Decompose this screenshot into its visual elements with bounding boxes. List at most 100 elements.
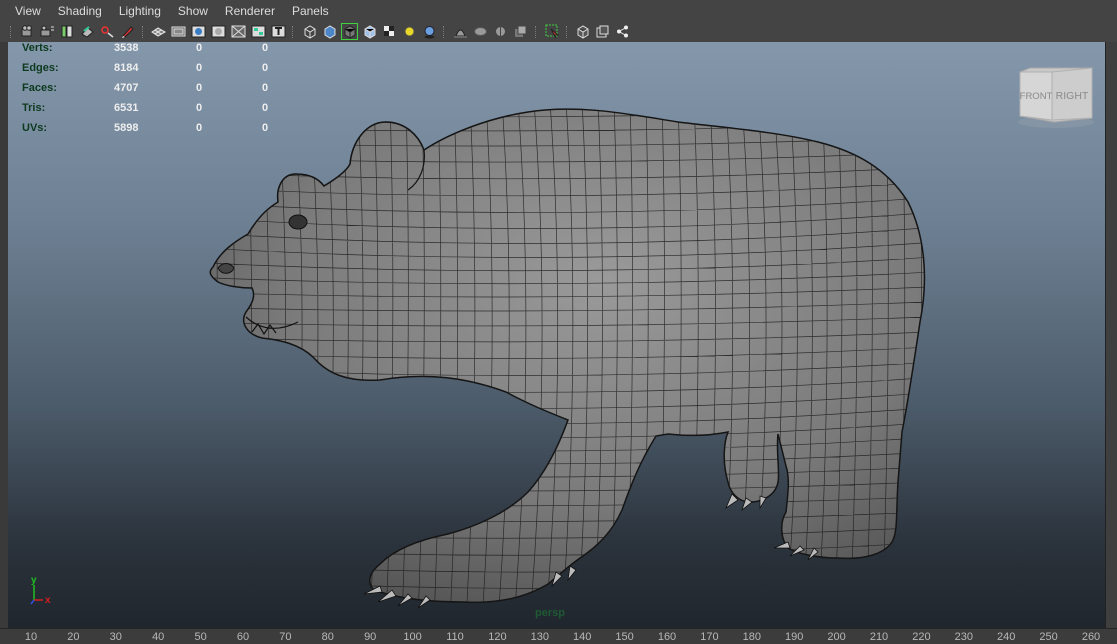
ruler-tick-label: 150 (615, 631, 634, 643)
camera-name-label: persp (535, 607, 565, 619)
hud-value: 0 (262, 42, 269, 54)
panel-toolbar (0, 23, 1117, 42)
ruler-tick-label: 100 (403, 631, 422, 643)
hud-value: 0 (196, 82, 203, 94)
hud-label: Tris: (22, 102, 46, 114)
grid-icon[interactable] (151, 24, 167, 39)
hud-value: 0 (196, 62, 203, 74)
toolbar-separator (142, 26, 145, 38)
motion-blur-icon[interactable] (473, 24, 488, 39)
viewcube-right-label: RIGHT (1056, 90, 1089, 102)
hud-value: 5898 (114, 122, 139, 134)
grease-pencil-icon[interactable] (120, 24, 135, 39)
gate-mask-icon[interactable] (211, 24, 226, 39)
hud-label: Faces: (22, 82, 57, 94)
viewcube[interactable]: FRONT RIGHT (1016, 66, 1096, 130)
ruler-tick-label: 140 (573, 631, 592, 643)
smooth-shade-icon[interactable] (322, 24, 337, 39)
viewcube-front-label: FRONT (1020, 91, 1053, 102)
menu-lighting[interactable]: Lighting (111, 0, 170, 23)
shadows-icon[interactable] (422, 24, 437, 39)
menu-shading[interactable]: Shading (50, 0, 111, 23)
field-chart-icon[interactable] (231, 24, 246, 39)
hud-value: 6531 (114, 102, 139, 114)
toolbar-separator (535, 26, 538, 38)
ruler-tick-label: 260 (1081, 631, 1101, 643)
ruler-tick-label: 210 (869, 631, 889, 643)
ruler-tick-label: 20 (67, 631, 80, 643)
ruler-tick-label: 180 (742, 631, 761, 643)
bookmark-icon[interactable] (60, 24, 75, 39)
hud-value: 0 (196, 42, 203, 54)
ruler-tick-label: 110 (446, 631, 464, 643)
axis-gizmo: y x (30, 576, 51, 606)
y-axis-label: y (31, 576, 37, 586)
hud-label: Verts: (22, 42, 53, 54)
hud-label: UVs: (22, 122, 48, 134)
menu-show[interactable]: Show (170, 0, 217, 23)
panel-menu-bar: View Shading Lighting Show Renderer Pane… (0, 0, 1117, 23)
xray-active-icon[interactable] (595, 24, 610, 39)
ruler-tick-label: 230 (954, 631, 973, 643)
ruler-tick-label: 130 (530, 631, 549, 643)
hud-value: 0 (262, 102, 269, 114)
hud-value: 0 (262, 62, 269, 74)
wireframe-on-shaded-icon[interactable] (341, 23, 358, 40)
ruler-tick-label: 250 (1039, 631, 1058, 643)
xray-icon[interactable] (362, 24, 377, 39)
image-plane-icon[interactable] (80, 24, 95, 39)
textured-icon[interactable] (382, 24, 397, 39)
menu-panels[interactable]: Panels (284, 0, 338, 23)
ruler-tick-label: 160 (657, 631, 677, 643)
ruler-tick-label: 200 (827, 631, 846, 643)
time-ruler[interactable]: 10 20 30 40 50 60 70 80 90 100 110 120 130 140 150 160 1… (0, 628, 1117, 644)
z-axis-line (30, 599, 35, 605)
ruler-tick-label: 30 (109, 631, 122, 643)
film-gate-icon[interactable] (171, 24, 186, 39)
share-icon[interactable] (615, 24, 630, 39)
use-all-lights-icon[interactable] (402, 24, 417, 39)
ruler-tick-label: 70 (279, 631, 292, 643)
perspective-viewport[interactable]: Verts: 3538 0 0 Edges: 8184 0 0 Faces: 4… (8, 42, 1105, 628)
ruler-tick-label: 90 (364, 631, 377, 643)
toolbar-separator (443, 26, 446, 38)
x-axis-label: x (45, 595, 51, 606)
hud-value: 8184 (114, 62, 139, 74)
ruler-tick-label: 80 (321, 631, 334, 643)
toolbar-separator (10, 26, 13, 38)
ruler-tick-label: 170 (700, 631, 719, 643)
wireframe-icon[interactable] (302, 24, 317, 39)
depth-of-field-icon[interactable] (513, 24, 528, 39)
ruler-tick-label: 220 (912, 631, 931, 643)
safe-action-icon[interactable] (271, 24, 286, 39)
isolate-select-icon[interactable] (545, 24, 560, 39)
hud-value: 0 (196, 122, 203, 134)
hud-value: 0 (262, 82, 269, 94)
menu-renderer[interactable]: Renderer (217, 0, 284, 23)
hud-label: Edges: (22, 62, 59, 74)
screen-space-ambient-occlusion-icon[interactable] (453, 24, 468, 39)
hud-value: 4707 (114, 82, 139, 94)
hud-value: 0 (196, 102, 203, 114)
ruler-tick-label: 120 (488, 631, 507, 643)
ruler-tick-label: 240 (997, 631, 1016, 643)
right-panel-edge (1105, 42, 1117, 628)
xray-joints-icon[interactable] (575, 24, 590, 39)
camera-attributes-icon[interactable] (40, 24, 55, 39)
2d-pan-zoom-icon[interactable] (100, 24, 115, 39)
ruler-tick-label: 10 (24, 631, 38, 643)
ruler-tick-label: 40 (152, 631, 165, 643)
resolution-gate-icon[interactable] (191, 24, 206, 39)
ruler-tick-label: 50 (194, 631, 207, 643)
multisample-aa-icon[interactable] (493, 24, 508, 39)
hud-value: 0 (262, 122, 269, 134)
safe-title-icon[interactable] (251, 24, 266, 39)
select-camera-icon[interactable] (20, 24, 35, 39)
toolbar-separator (566, 26, 569, 38)
bear-mesh[interactable] (8, 42, 1105, 628)
menu-view[interactable]: View (0, 0, 50, 23)
hud-value: 3538 (114, 42, 139, 54)
ruler-tick-label: 60 (236, 631, 250, 643)
ruler-tick-label: 190 (785, 631, 804, 643)
toolbar-separator (292, 26, 295, 38)
